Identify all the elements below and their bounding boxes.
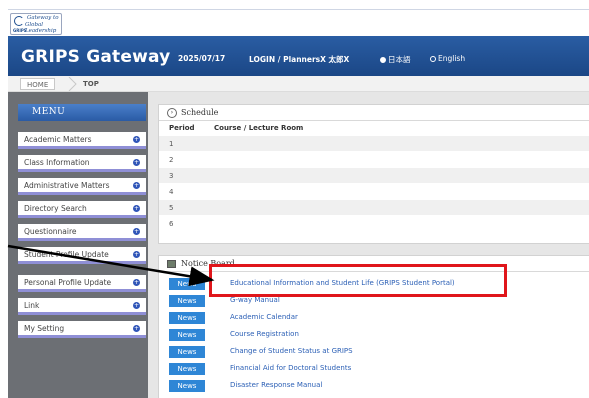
logo-line1: Gateway to (27, 15, 59, 21)
news-badge: News (169, 346, 205, 358)
list-item[interactable]: News Change of Student Status at GRIPS (159, 345, 589, 360)
menu-item-directory-search[interactable]: Directory Search + (18, 201, 146, 218)
login-user: LOGIN / PlannersX 太郎X (249, 55, 350, 64)
news-link[interactable]: Disaster Response Manual (230, 381, 322, 389)
lang-option-en[interactable]: English (430, 54, 465, 63)
table-row: 1 (159, 135, 589, 151)
expand-plus-icon[interactable]: + (133, 159, 140, 166)
sidebar: MENU Academic Matters + Class Informatio… (8, 92, 148, 398)
news-badge: News (169, 363, 205, 375)
news-link[interactable]: Course Registration (230, 330, 299, 338)
menu-title: MENU (18, 104, 146, 121)
lang-option-ja[interactable]: 日本語 (380, 54, 411, 65)
schedule-panel: › Schedule Period Course / Lecture Room … (158, 104, 589, 244)
main-content: › Schedule Period Course / Lecture Room … (148, 92, 589, 398)
menu-item-questionnaire[interactable]: Questionnaire + (18, 224, 146, 241)
breadcrumb-current: TOP (83, 80, 99, 88)
menu-item-student-profile-update[interactable]: Student Profile Update + (18, 247, 146, 264)
site-title[interactable]: GRIPS Gateway (21, 47, 170, 67)
menu-item-administrative-matters[interactable]: Administrative Matters + (18, 178, 146, 195)
expand-plus-icon[interactable]: + (133, 279, 140, 286)
list-item[interactable]: News Academic Calendar (159, 311, 589, 326)
menu-item-link[interactable]: Link + (18, 298, 146, 315)
logo-bar: Gateway to Global Leadership GRIPS (8, 9, 589, 36)
clock-icon: › (167, 108, 177, 118)
menu-item-class-information[interactable]: Class Information + (18, 155, 146, 172)
table-row: 4 (159, 183, 589, 199)
logo-line2: Global Leadership (25, 22, 57, 34)
col-course: Course / Lecture Room (214, 124, 304, 132)
top-header: GRIPS Gateway 2025/07/17 LOGIN / Planner… (8, 36, 589, 76)
expand-plus-icon[interactable]: + (133, 228, 140, 235)
schedule-title: Schedule (181, 108, 219, 117)
news-link[interactable]: G-way Manual (230, 296, 280, 304)
schedule-table-header: Period Course / Lecture Room (159, 121, 589, 135)
expand-plus-icon[interactable]: + (133, 251, 140, 258)
news-link[interactable]: Financial Aid for Doctoral Students (230, 364, 351, 372)
logo-swirl-icon (14, 16, 24, 26)
expand-plus-icon[interactable]: + (133, 302, 140, 309)
grips-logo[interactable]: Gateway to Global Leadership GRIPS (10, 13, 62, 35)
expand-plus-icon[interactable]: + (133, 205, 140, 212)
col-period: Period (169, 124, 195, 132)
expand-plus-icon[interactable]: + (133, 182, 140, 189)
breadcrumb-chevron-icon (68, 77, 77, 91)
logo-abbr: GRIPS (13, 28, 27, 33)
current-date: 2025/07/17 (178, 54, 226, 63)
radio-selected-icon[interactable] (380, 56, 386, 63)
list-item[interactable]: News Course Registration (159, 328, 589, 343)
breadcrumb: HOME TOP (8, 76, 589, 92)
news-link[interactable]: Academic Calendar (230, 313, 298, 321)
expand-plus-icon[interactable]: + (133, 325, 140, 332)
table-row: 5 (159, 199, 589, 215)
table-row: 6 (159, 215, 589, 231)
table-row: 2 (159, 151, 589, 167)
news-badge: News (169, 380, 205, 392)
table-row: 3 (159, 167, 589, 183)
news-badge: News (169, 312, 205, 324)
list-item[interactable]: News Disaster Response Manual (159, 379, 589, 394)
highlight-box (209, 264, 507, 297)
menu-item-personal-profile-update[interactable]: Personal Profile Update + (18, 275, 146, 292)
news-badge: News (169, 278, 205, 290)
breadcrumb-home[interactable]: HOME (20, 78, 56, 90)
news-badge: News (169, 329, 205, 341)
news-badge: News (169, 295, 205, 307)
radio-unselected-icon[interactable] (430, 55, 436, 62)
list-item[interactable]: News Financial Aid for Doctoral Students (159, 362, 589, 377)
menu-item-my-setting[interactable]: My Setting + (18, 321, 146, 338)
notice-board-icon (167, 260, 176, 268)
expand-plus-icon[interactable]: + (133, 136, 140, 143)
schedule-header: › Schedule (159, 105, 589, 121)
news-link[interactable]: Change of Student Status at GRIPS (230, 347, 353, 355)
menu-item-academic-matters[interactable]: Academic Matters + (18, 132, 146, 149)
